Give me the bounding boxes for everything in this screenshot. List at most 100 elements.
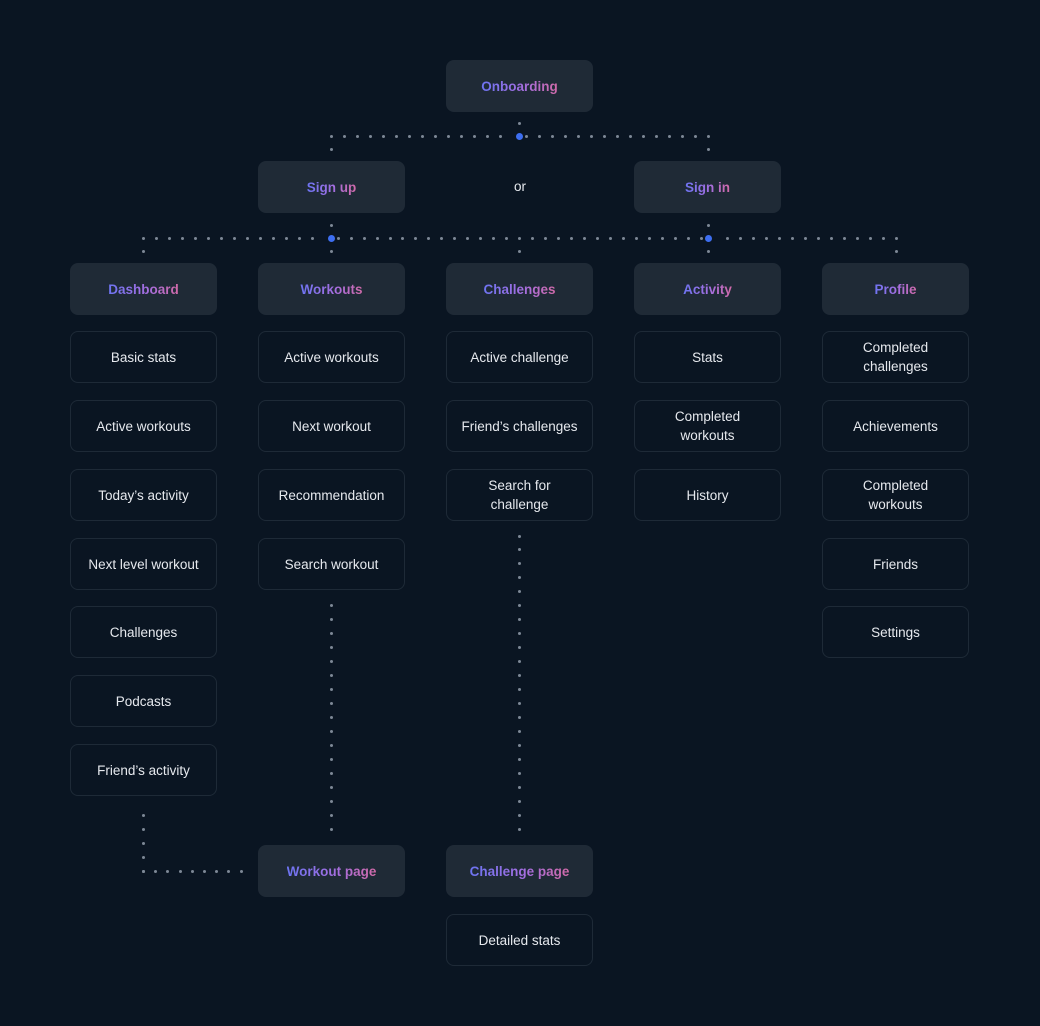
item-label: Search workout xyxy=(284,556,379,572)
item-label: Friend’s activity xyxy=(97,762,190,778)
section-label: Challenges xyxy=(483,281,556,297)
connector-dot xyxy=(518,729,521,733)
connector-dot xyxy=(330,249,333,253)
connector-dot xyxy=(583,236,587,240)
item-label: Search for challenge xyxy=(488,478,551,512)
challenges-item[interactable]: Search for challenge xyxy=(446,469,593,521)
dashboard-item[interactable]: Challenges xyxy=(70,606,217,658)
connector-dot xyxy=(855,236,859,240)
connector-dot xyxy=(751,236,755,240)
node-sign-in[interactable]: Sign in xyxy=(634,161,781,213)
connector-dot xyxy=(518,534,521,538)
connector-dot xyxy=(330,617,333,621)
node-sign-up[interactable]: Sign up xyxy=(258,161,405,213)
connector-dot xyxy=(868,236,872,240)
item-label: Next workout xyxy=(292,418,371,434)
connector-dot xyxy=(518,249,521,253)
connector-dot xyxy=(790,236,794,240)
dashboard-item[interactable]: Next level workout xyxy=(70,538,217,590)
activity-item[interactable]: Completed workouts xyxy=(634,400,781,452)
item-label: Achievements xyxy=(853,418,938,434)
connector-dot xyxy=(655,134,658,138)
section-dashboard[interactable]: Dashboard xyxy=(70,263,217,315)
connector-dot xyxy=(330,659,333,663)
connector-dot xyxy=(356,134,359,138)
connector-dot xyxy=(518,799,521,803)
profile-item[interactable]: Friends xyxy=(822,538,969,590)
activity-item[interactable]: Stats xyxy=(634,331,781,383)
connector-dot xyxy=(193,236,197,240)
connector-dot xyxy=(142,827,145,831)
profile-item[interactable]: Settings xyxy=(822,606,969,658)
connector-dot xyxy=(401,236,405,240)
profile-item[interactable]: Completed workouts xyxy=(822,469,969,521)
item-label: History xyxy=(686,487,729,503)
connector-dot xyxy=(180,236,184,240)
item-label: Recommendation xyxy=(278,487,385,503)
connector-dot xyxy=(531,236,535,240)
connector-dot xyxy=(219,236,223,240)
connector-dot xyxy=(330,799,333,803)
connector-dot xyxy=(215,869,219,873)
item-label: Active workouts xyxy=(96,418,191,434)
challenges-item[interactable]: Active challenge xyxy=(446,331,593,383)
node-label: Challenge page xyxy=(469,863,570,879)
workouts-item[interactable]: Recommendation xyxy=(258,469,405,521)
connector-dot xyxy=(603,134,606,138)
dashboard-item[interactable]: Basic stats xyxy=(70,331,217,383)
item-label: Friend’s challenges xyxy=(461,418,578,434)
dashboard-item[interactable]: Podcasts xyxy=(70,675,217,727)
connector-dot xyxy=(816,236,820,240)
connector-dot xyxy=(518,604,521,608)
node-onboarding[interactable]: Onboarding xyxy=(446,60,593,112)
section-activity[interactable]: Activity xyxy=(634,263,781,315)
item-label: Completed workouts xyxy=(674,409,741,443)
profile-item[interactable]: Completed challenges xyxy=(822,331,969,383)
connector-dot xyxy=(154,869,158,873)
connector-dot xyxy=(505,236,509,240)
node-label: Onboarding xyxy=(481,78,558,94)
section-label: Profile xyxy=(874,281,917,297)
connector-dot xyxy=(453,236,457,240)
connector-dot xyxy=(330,729,333,733)
workouts-item[interactable]: Active workouts xyxy=(258,331,405,383)
connector-dot xyxy=(349,236,353,240)
connector-dot xyxy=(622,236,626,240)
workouts-item[interactable]: Next workout xyxy=(258,400,405,452)
section-profile[interactable]: Profile xyxy=(822,263,969,315)
profile-item[interactable]: Achievements xyxy=(822,400,969,452)
connector-dot xyxy=(408,134,411,138)
connector-dot xyxy=(518,715,521,719)
section-label: Activity xyxy=(683,281,732,297)
connector-dot xyxy=(616,134,619,138)
node-challenge-page[interactable]: Challenge page xyxy=(446,845,593,897)
connector-dot xyxy=(310,236,314,240)
connector-dot xyxy=(518,771,521,775)
challenge-page-item[interactable]: Detailed stats xyxy=(446,914,593,966)
challenges-item[interactable]: Friend’s challenges xyxy=(446,400,593,452)
item-label: Settings xyxy=(871,624,920,640)
section-workouts[interactable]: Workouts xyxy=(258,263,405,315)
activity-item[interactable]: History xyxy=(634,469,781,521)
connector-dot xyxy=(154,236,158,240)
dashboard-item[interactable]: Active workouts xyxy=(70,400,217,452)
dashboard-item[interactable]: Today’s activity xyxy=(70,469,217,521)
connector-dot xyxy=(434,134,437,138)
connector-dot xyxy=(564,134,567,138)
connector-dot xyxy=(297,236,301,240)
connector-dot xyxy=(271,236,275,240)
connector-dot xyxy=(518,813,521,817)
dashboard-item[interactable]: Friend’s activity xyxy=(70,744,217,796)
node-workout-page[interactable]: Workout page xyxy=(258,845,405,897)
connector-dot xyxy=(842,236,846,240)
workouts-item[interactable]: Search workout xyxy=(258,538,405,590)
or-separator: or xyxy=(513,179,526,194)
connector-dot xyxy=(518,660,521,664)
connector-dot xyxy=(518,674,521,678)
connector-dot xyxy=(369,134,372,138)
connector-dot xyxy=(881,236,885,240)
connector-dot xyxy=(492,236,496,240)
connector-dot xyxy=(590,134,593,138)
connector-dot xyxy=(518,576,521,580)
section-challenges[interactable]: Challenges xyxy=(446,263,593,315)
